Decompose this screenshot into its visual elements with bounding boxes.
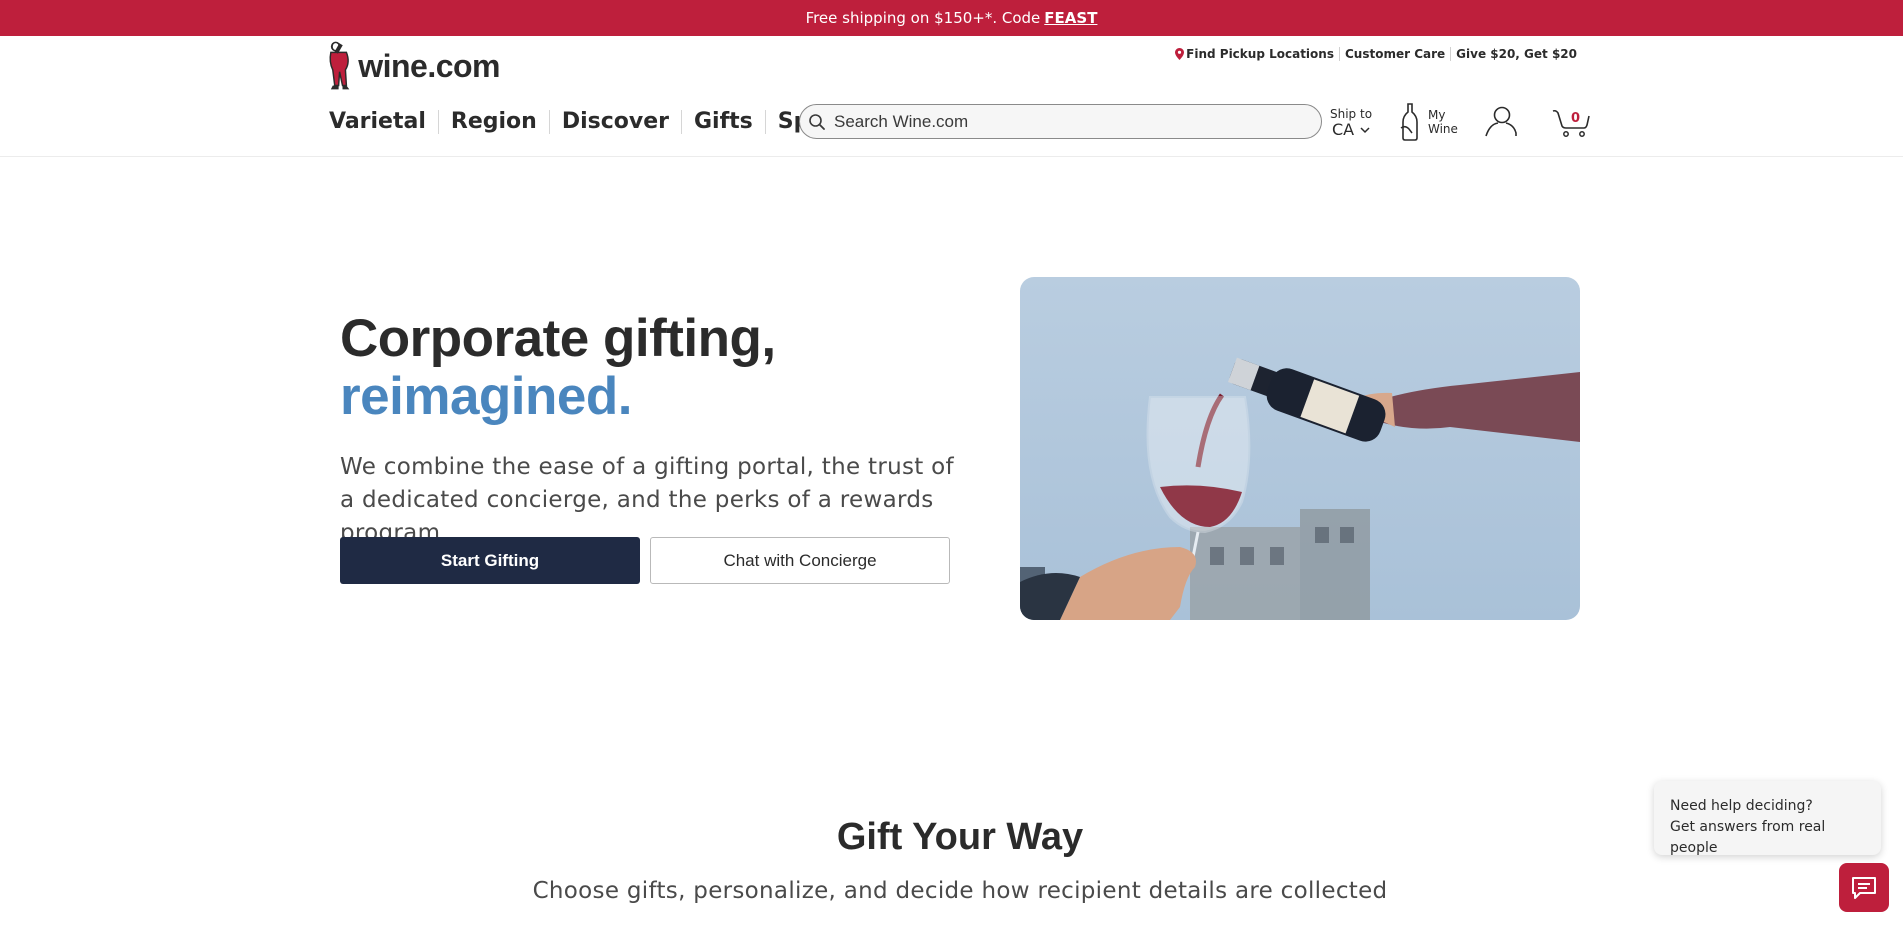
- search-input[interactable]: [834, 111, 1274, 132]
- nav-discover[interactable]: Discover: [550, 108, 681, 136]
- account-button[interactable]: [1484, 104, 1518, 142]
- referral-link[interactable]: Give $20, Get $20: [1451, 47, 1577, 61]
- cart-count: 0: [1571, 111, 1581, 126]
- hero-title-accent: reimagined.: [340, 367, 632, 426]
- section-title: Gift Your Way: [836, 816, 1084, 858]
- chat-prompt-line2: Get answers from real people: [1670, 819, 1826, 856]
- ship-to-label: Ship to: [1330, 107, 1373, 121]
- nav-varietal[interactable]: Varietal: [327, 108, 438, 136]
- header-divider: [0, 156, 1903, 157]
- hero-title-line1: Corporate gifting,: [340, 309, 776, 368]
- chat-prompt-line1: Need help deciding?: [1670, 798, 1813, 814]
- search-icon: [809, 113, 825, 130]
- logo-wordmark: wine.com: [358, 47, 500, 84]
- chat-launcher-button[interactable]: [1839, 863, 1889, 912]
- wine-bottle-hand-icon: [1400, 103, 1418, 141]
- nav-region[interactable]: Region: [439, 108, 549, 136]
- my-wine-link[interactable]: My Wine: [1398, 102, 1460, 142]
- section-subtitle: Choose gifts, personalize, and decide ho…: [532, 878, 1388, 904]
- promo-text: Free shipping on $150+*. Code: [805, 9, 1041, 27]
- map-pin-icon: [1175, 48, 1185, 60]
- utility-links: Find Pickup Locations Customer Care Give…: [1170, 47, 1577, 61]
- ship-to-value: CA: [1332, 121, 1380, 139]
- chevron-down-icon: [1360, 127, 1370, 134]
- chat-concierge-button[interactable]: Chat with Concierge: [650, 537, 950, 584]
- find-pickup-label: Find Pickup Locations: [1186, 47, 1334, 61]
- promo-banner: Free shipping on $150+*. Code FEAST: [0, 0, 1903, 36]
- promo-code-link[interactable]: FEAST: [1044, 9, 1097, 27]
- hero-image: [1020, 277, 1580, 620]
- ship-to-state: CA: [1332, 120, 1355, 139]
- chat-prompt-bubble[interactable]: Need help deciding? Get answers from rea…: [1654, 781, 1881, 856]
- main-nav: Varietal Region Discover Gifts Spirits: [327, 108, 871, 136]
- chat-icon: [1852, 876, 1876, 899]
- site-logo[interactable]: wine.com: [325, 40, 500, 92]
- hero-title: Corporate gifting, reimagined.: [340, 310, 776, 426]
- customer-care-link[interactable]: Customer Care: [1340, 47, 1450, 61]
- user-icon: [1485, 106, 1517, 137]
- my-wine-label: My Wine: [1428, 108, 1460, 136]
- hero-subtitle: We combine the ease of a gifting portal,…: [340, 454, 954, 546]
- find-pickup-link[interactable]: Find Pickup Locations: [1170, 47, 1339, 61]
- nav-gifts[interactable]: Gifts: [682, 108, 765, 136]
- start-gifting-button[interactable]: Start Gifting: [340, 537, 640, 584]
- wine-pour-illustration: [1020, 277, 1580, 620]
- my-wine-label-line2: Wine: [1428, 122, 1458, 136]
- cart-button[interactable]: 0: [1552, 108, 1590, 142]
- my-wine-label-line1: My: [1428, 108, 1446, 122]
- search-bar: [799, 104, 1322, 139]
- logo-mascot-icon: [329, 41, 350, 90]
- ship-to-selector[interactable]: Ship to CA: [1330, 107, 1380, 143]
